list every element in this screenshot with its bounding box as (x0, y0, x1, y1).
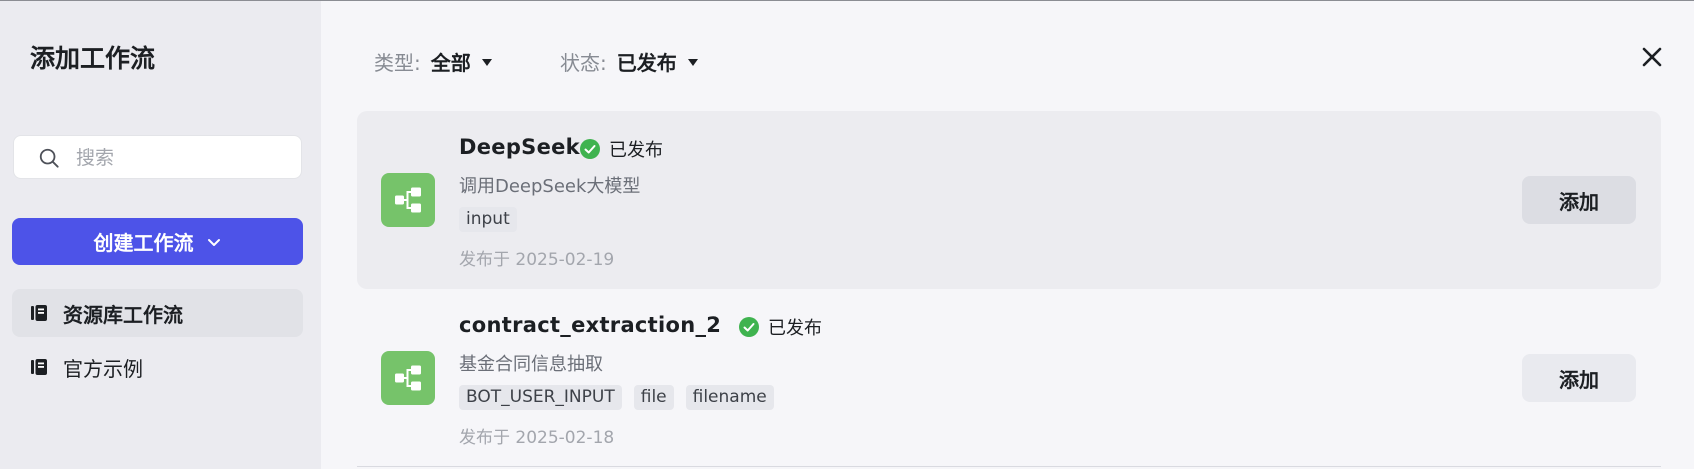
search-icon (39, 148, 59, 168)
workflow-card[interactable]: contract_extraction_2 已发布 基金合同信息抽取 BOT_U… (357, 289, 1661, 467)
input-tag: BOT_USER_INPUT (459, 385, 622, 410)
chevron-down-icon (207, 238, 220, 246)
nav-item-label: 资源库工作流 (63, 302, 183, 327)
library-book-icon (31, 305, 47, 321)
main-panel: 类型: 全部 状态: 已发布 DeepSeek 已发布 调用DeepSeek大模… (321, 1, 1694, 469)
input-tag: input (459, 207, 517, 232)
publish-date: 发布于 2025-02-18 (459, 428, 615, 448)
create-workflow-button[interactable]: 创建工作流 (12, 218, 303, 265)
nav-item-label: 官方示例 (63, 356, 143, 381)
status-label: 已发布 (609, 140, 663, 161)
workflow-icon (381, 173, 435, 227)
status-filter-value: 已发布 (616, 51, 677, 75)
workflow-description: 基金合同信息抽取 (459, 354, 603, 375)
search-input[interactable] (74, 142, 288, 174)
status-badge: 已发布 (738, 314, 822, 340)
dialog-title: 添加工作流 (30, 44, 156, 73)
caret-down-icon (687, 58, 698, 66)
check-circle-icon (580, 139, 600, 159)
status-filter-label: 状态: (560, 51, 607, 75)
type-filter-label: 类型: (374, 51, 421, 75)
workflow-card[interactable]: DeepSeek 已发布 调用DeepSeek大模型 input 发布于 202… (357, 111, 1661, 289)
add-button[interactable]: 添加 (1522, 354, 1636, 402)
input-tag: file (633, 385, 674, 410)
workflow-description: 调用DeepSeek大模型 (459, 176, 641, 197)
check-circle-icon (739, 317, 759, 337)
library-book-icon (31, 359, 47, 375)
divider (357, 466, 1661, 467)
tag-list: input (459, 207, 517, 232)
close-icon[interactable] (1640, 45, 1664, 69)
sidebar: 添加工作流 创建工作流 资源库工作流 (0, 1, 321, 469)
workflow-icon (381, 351, 435, 405)
nav-item-library-workflows[interactable]: 资源库工作流 (12, 289, 303, 337)
add-button[interactable]: 添加 (1522, 176, 1636, 224)
add-workflow-dialog: 添加工作流 创建工作流 资源库工作流 (0, 0, 1694, 469)
input-tag: filename (685, 385, 774, 410)
workflow-name: DeepSeek (459, 135, 580, 159)
status-filter[interactable]: 状态: 已发布 (560, 47, 699, 76)
tag-list: BOT_USER_INPUT file filename (459, 385, 774, 410)
publish-date: 发布于 2025-02-19 (459, 250, 615, 270)
type-filter-value: 全部 (430, 51, 471, 75)
workflow-name: contract_extraction_2 (459, 313, 722, 337)
search-box[interactable] (13, 135, 302, 179)
caret-down-icon (481, 58, 492, 66)
create-workflow-label: 创建工作流 (93, 231, 194, 255)
status-badge: 已发布 (579, 136, 663, 162)
type-filter[interactable]: 类型: 全部 (374, 47, 493, 76)
status-label: 已发布 (768, 318, 822, 339)
nav-item-official-examples[interactable]: 官方示例 (12, 343, 303, 391)
